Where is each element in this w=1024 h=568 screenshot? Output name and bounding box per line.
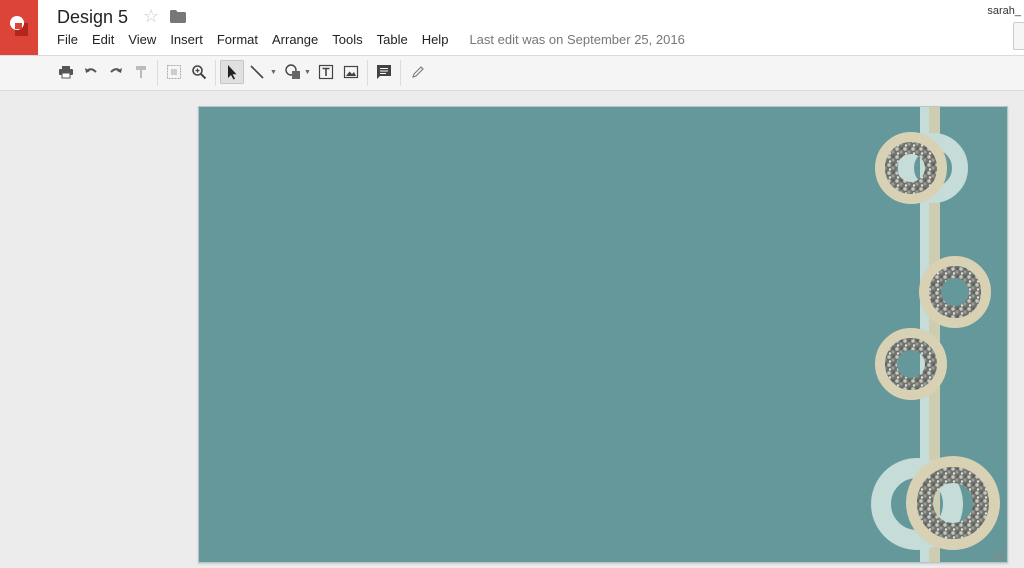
menu-insert[interactable]: Insert bbox=[170, 32, 203, 47]
last-edit-status[interactable]: Last edit was on September 25, 2016 bbox=[469, 32, 684, 47]
menu-edit[interactable]: Edit bbox=[92, 32, 114, 47]
menu-format[interactable]: Format bbox=[217, 32, 258, 47]
image-button[interactable] bbox=[339, 60, 363, 84]
snap-to-grid-icon bbox=[167, 65, 181, 79]
shape-dropdown-icon[interactable]: ▼ bbox=[304, 69, 311, 76]
zoom-button[interactable] bbox=[187, 60, 211, 84]
star-icon[interactable]: ☆ bbox=[143, 6, 159, 27]
image-icon bbox=[343, 65, 359, 79]
pencil-button[interactable] bbox=[406, 60, 430, 84]
menu-view[interactable]: View bbox=[128, 32, 156, 47]
menu-file[interactable]: File bbox=[57, 32, 78, 47]
user-name[interactable]: sarah_ bbox=[987, 5, 1021, 17]
menu-table[interactable]: Table bbox=[377, 32, 408, 47]
pencil-icon bbox=[412, 66, 424, 78]
select-icon bbox=[228, 65, 237, 80]
line-icon bbox=[250, 65, 264, 79]
drawing-canvas[interactable] bbox=[198, 106, 1008, 563]
zoom-icon bbox=[192, 65, 207, 80]
folder-icon[interactable] bbox=[170, 10, 186, 28]
menu-tools[interactable]: Tools bbox=[332, 32, 362, 47]
header: Design 5 ☆ File Edit View Insert Format … bbox=[0, 0, 1024, 56]
redo-button[interactable] bbox=[104, 60, 128, 84]
menu-help[interactable]: Help bbox=[422, 32, 449, 47]
text-box-button[interactable] bbox=[314, 60, 338, 84]
canvas-area bbox=[0, 91, 1024, 568]
text-box-icon bbox=[318, 64, 334, 80]
drawings-app: Design 5 ☆ File Edit View Insert Format … bbox=[0, 0, 1024, 568]
snap-to-grid-button[interactable] bbox=[162, 60, 186, 84]
shape-button[interactable] bbox=[281, 60, 305, 84]
comment-icon bbox=[377, 65, 391, 79]
select-button[interactable] bbox=[220, 60, 244, 84]
resize-handle-icon[interactable] bbox=[991, 546, 1005, 560]
redo-icon bbox=[110, 68, 122, 73]
menu-arrange[interactable]: Arrange bbox=[272, 32, 318, 47]
line-button[interactable] bbox=[245, 60, 269, 84]
decorative-rings-graphic bbox=[871, 107, 1000, 562]
share-button[interactable] bbox=[1013, 22, 1024, 50]
paint-format-icon bbox=[136, 66, 146, 78]
line-dropdown-icon[interactable]: ▼ bbox=[270, 69, 277, 76]
print-icon bbox=[59, 66, 73, 79]
comment-button[interactable] bbox=[372, 60, 396, 84]
print-button[interactable] bbox=[54, 60, 78, 84]
shape-icon bbox=[285, 64, 300, 79]
toolbar: ▼ ▼ bbox=[0, 56, 1024, 91]
app-logo[interactable] bbox=[0, 0, 38, 55]
undo-icon bbox=[85, 68, 97, 73]
document-title[interactable]: Design 5 bbox=[57, 7, 128, 28]
paint-format-button[interactable] bbox=[129, 60, 153, 84]
menu-bar: File Edit View Insert Format Arrange Too… bbox=[57, 32, 685, 47]
drawings-logo-icon bbox=[10, 16, 28, 36]
undo-button[interactable] bbox=[79, 60, 103, 84]
